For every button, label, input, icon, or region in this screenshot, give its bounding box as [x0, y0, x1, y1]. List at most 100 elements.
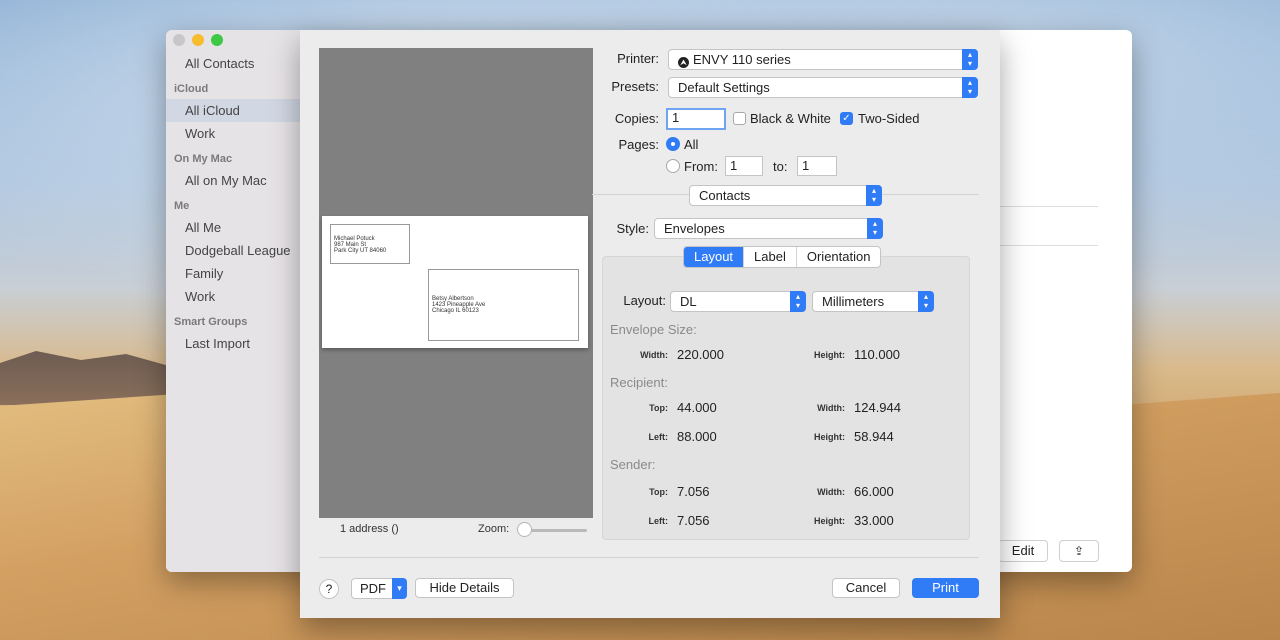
sidebar-item-all-icloud[interactable]: All iCloud [166, 99, 300, 122]
popup-arrows-icon: ▴ ▾ [866, 185, 882, 206]
sidebar-item-family[interactable]: Family [166, 262, 300, 285]
black-white-checkbox[interactable] [733, 112, 746, 125]
pdf-menu-button[interactable]: PDF ▾ [351, 578, 407, 599]
from-label: From: [684, 159, 718, 174]
sidebar-section-header: Me [174, 200, 190, 212]
print-button[interactable]: Print [912, 578, 979, 598]
copies-field[interactable]: 1 [666, 108, 726, 130]
recipient-title: Recipient: [610, 375, 668, 390]
layout-label: Layout: [623, 293, 666, 308]
contacts-sidebar: All Contacts iCloud All iCloud Work On My Ma… [166, 30, 300, 572]
pages-all-label: All [684, 137, 699, 152]
sidebar-item-all-on-my-mac[interactable]: All on My Mac [166, 169, 300, 192]
layout-popup[interactable]: DL ▴ ▾ [670, 291, 806, 312]
envelope-height-value: 110.000 [854, 347, 901, 362]
to-field[interactable]: 1 [797, 156, 837, 176]
sender-width-label: Width: [817, 487, 845, 497]
sidebar-item-dodgeball-league[interactable]: Dodgeball League [166, 239, 300, 262]
sidebar-section-header: On My Mac [174, 153, 233, 165]
from-field[interactable]: 1 [725, 156, 763, 176]
recipient-height-label: Height: [814, 432, 845, 442]
sidebar-item-work[interactable]: Work [166, 285, 300, 308]
printer-label: Printer: [617, 51, 659, 66]
app-section-popup[interactable]: Contacts ▴ ▾ [689, 185, 882, 206]
address-count: 1 address () [340, 523, 399, 535]
pages-label: Pages: [618, 137, 659, 152]
sidebar-item-all-me[interactable]: All Me [166, 216, 300, 239]
recipient-left-label: Left: [648, 432, 669, 442]
recipient-width-value: 124.944 [854, 400, 901, 415]
recipient-top-value: 44.000 [677, 400, 717, 415]
popup-arrows-icon: ▴ ▾ [918, 291, 934, 312]
layout-value: DL [680, 294, 697, 309]
print-sheet: Michael Potuck 987 Main St Park City UT … [300, 30, 1000, 618]
popup-arrows-icon: ▴ ▾ [867, 218, 883, 239]
sender-city: Park City UT 84060 [334, 248, 387, 254]
sender-title: Sender: [610, 457, 656, 472]
black-white-label: Black & White [750, 111, 831, 126]
cancel-button[interactable]: Cancel [832, 578, 900, 598]
sender-top-label: Top: [649, 487, 668, 497]
sidebar-item-work[interactable]: Work [166, 122, 300, 145]
share-icon: ⇪ [1073, 544, 1085, 558]
envelope-width-value: 220.000 [677, 347, 724, 362]
recipient-width-label: Width: [817, 403, 845, 413]
options-tabs: Layout Label Orientation [683, 246, 882, 268]
presets-popup[interactable]: Default Settings ▴ ▾ [668, 77, 978, 98]
chevron-down-icon: ▾ [392, 578, 407, 599]
sender-height-value: 33.000 [854, 513, 894, 528]
envelope-preview: Michael Potuck 987 Main St Park City UT … [322, 216, 588, 348]
style-popup[interactable]: Envelopes ▴ ▾ [654, 218, 883, 239]
edit-button[interactable]: Edit [998, 540, 1048, 562]
tab-orientation[interactable]: Orientation [797, 247, 881, 267]
pages-all-radio[interactable] [666, 137, 680, 151]
app-section-value: Contacts [699, 188, 751, 203]
sender-width-value: 66.000 [854, 484, 894, 499]
popup-arrows-icon: ▴ ▾ [962, 49, 978, 70]
zoom-slider-track[interactable] [525, 529, 587, 532]
sender-left-label: Left: [648, 516, 669, 526]
options-panel: Layout: DL ▴ ▾ Millimeters ▴ ▾ Envelope Si… [602, 256, 970, 540]
tab-layout[interactable]: Layout [684, 247, 745, 267]
pdf-label: PDF [360, 581, 386, 596]
sidebar-item-last-import[interactable]: Last Import [166, 332, 300, 355]
printer-icon: ⮝ [678, 57, 689, 68]
two-sided-label: Two-Sided [858, 111, 920, 126]
zoom-slider-knob[interactable] [517, 522, 532, 537]
recipient-address-box: Betsy Albertson 1423 Pineapple Ave Chica… [428, 269, 579, 341]
pages-range-radio[interactable] [666, 159, 680, 173]
share-button[interactable]: ⇪ [1059, 540, 1099, 562]
envelope-height-label: Height: [814, 350, 845, 360]
presets-value: Default Settings [678, 80, 770, 95]
sidebar-list: All Contacts iCloud All iCloud Work On My Ma… [166, 52, 300, 355]
divider [996, 245, 1098, 246]
recipient-top-label: Top: [649, 403, 668, 413]
print-preview: Michael Potuck 987 Main St Park City UT … [319, 48, 593, 518]
close-button[interactable] [173, 34, 185, 46]
sender-left-value: 7.056 [677, 513, 710, 528]
sidebar-item-all-contacts[interactable]: All Contacts [166, 52, 300, 75]
sender-top-value: 7.056 [677, 484, 710, 499]
minimize-button[interactable] [192, 34, 204, 46]
help-button[interactable]: ? [319, 579, 339, 599]
presets-label: Presets: [611, 79, 659, 94]
recipient-city: Chicago IL 60123 [432, 308, 479, 314]
units-popup[interactable]: Millimeters ▴ ▾ [812, 291, 934, 312]
two-sided-checkbox[interactable]: ✓ [840, 112, 853, 125]
window-controls [173, 34, 223, 46]
zoom-label: Zoom: [478, 523, 510, 535]
to-label: to: [773, 159, 788, 174]
style-label: Style: [616, 221, 649, 236]
popup-arrows-icon: ▴ ▾ [790, 291, 806, 312]
divider [319, 557, 979, 558]
style-value: Envelopes [664, 221, 725, 236]
sidebar-section-header: Smart Groups [174, 316, 248, 328]
envelope-width-label: Width: [640, 350, 668, 360]
divider [996, 206, 1098, 207]
zoom-button[interactable] [211, 34, 223, 46]
tab-label[interactable]: Label [744, 247, 797, 267]
sender-address-box: Michael Potuck 987 Main St Park City UT … [330, 224, 410, 264]
hide-details-button[interactable]: Hide Details [415, 578, 514, 598]
sidebar-section-header: iCloud [174, 83, 209, 95]
printer-popup[interactable]: ⮝ ENVY 110 series ▴ ▾ [668, 49, 978, 70]
